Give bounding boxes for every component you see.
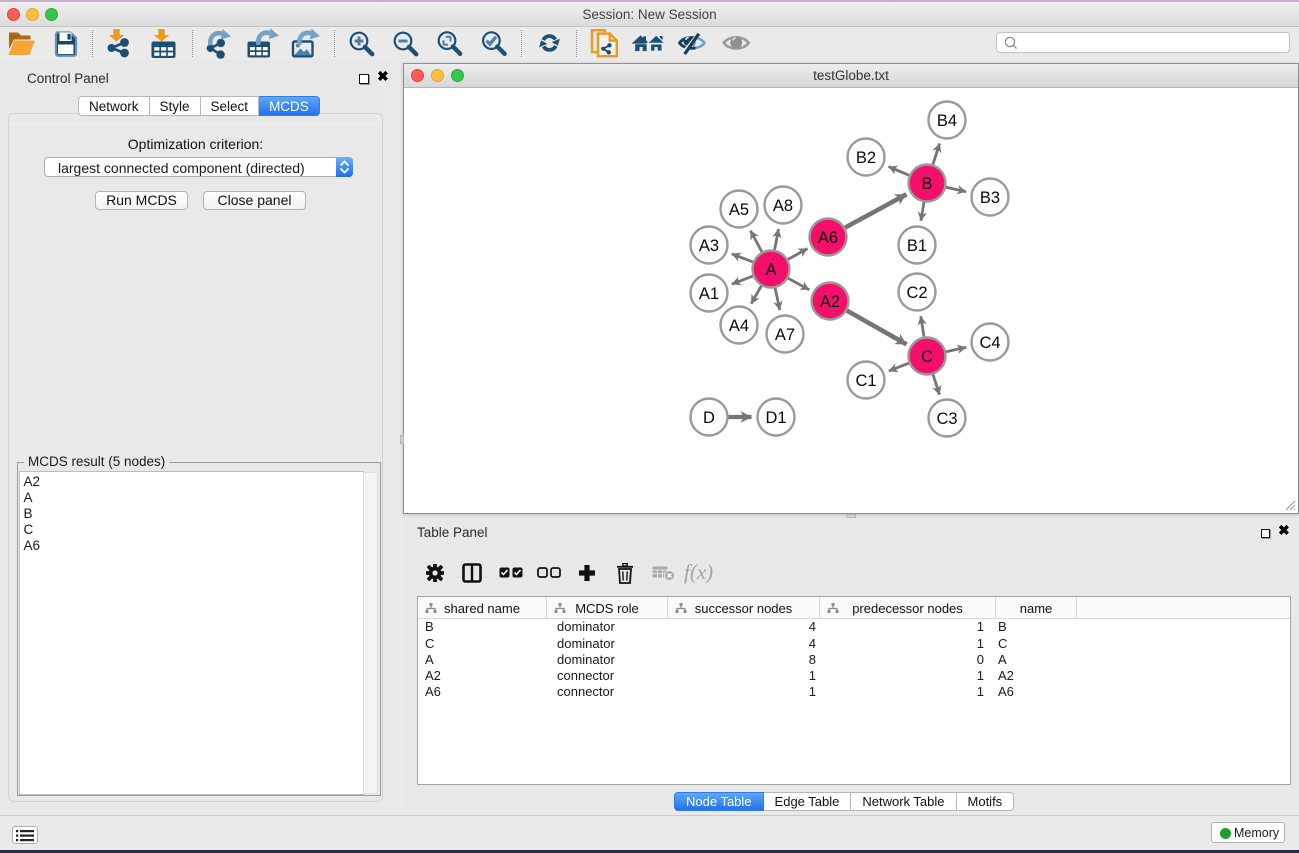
- svg-text:C: C: [921, 348, 933, 366]
- svg-text:A4: A4: [729, 317, 749, 335]
- svg-text:A6: A6: [818, 229, 838, 247]
- svg-text:A5: A5: [729, 201, 749, 219]
- svg-text:C4: C4: [979, 334, 1000, 352]
- svg-text:D: D: [703, 409, 715, 427]
- svg-text:B3: B3: [980, 189, 1000, 207]
- svg-text:A7: A7: [775, 326, 795, 344]
- svg-text:B1: B1: [907, 237, 927, 255]
- svg-text:A3: A3: [699, 237, 719, 255]
- svg-text:C3: C3: [936, 410, 957, 428]
- svg-text:A: A: [765, 261, 776, 279]
- svg-text:A8: A8: [773, 197, 793, 215]
- svg-text:C1: C1: [855, 372, 876, 390]
- svg-text:B4: B4: [937, 112, 957, 130]
- svg-text:B2: B2: [856, 149, 876, 167]
- svg-text:A2: A2: [820, 293, 840, 311]
- svg-text:B: B: [921, 175, 932, 193]
- svg-text:A1: A1: [699, 285, 719, 303]
- svg-text:D1: D1: [765, 409, 786, 427]
- svg-text:C2: C2: [906, 284, 927, 302]
